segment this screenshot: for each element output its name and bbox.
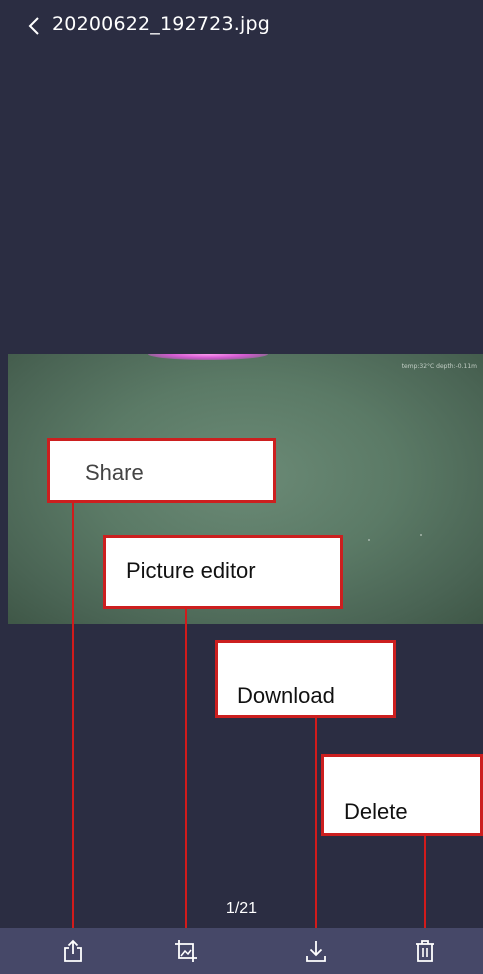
picture-editor-pointer-line <box>185 609 187 974</box>
delete-callout: Delete <box>321 754 483 836</box>
download-icon <box>306 941 326 962</box>
back-button[interactable] <box>24 12 48 40</box>
picture-editor-callout-label: Picture editor <box>126 558 256 583</box>
photo-overlay-text: temp:32°C depth:-0.11m <box>401 363 477 370</box>
share-button[interactable] <box>56 934 90 968</box>
photo-light-glow <box>148 354 268 360</box>
page-counter: 1/21 <box>225 900 258 917</box>
picture-editor-button[interactable] <box>169 934 203 968</box>
share-pointer-line <box>72 500 74 945</box>
download-callout: Download <box>215 640 396 718</box>
picture-edit-icon <box>175 940 197 962</box>
photo-speck <box>420 534 422 536</box>
share-icon <box>64 939 82 962</box>
delete-button[interactable] <box>408 934 442 968</box>
header-bar: 20200622_192723.jpg <box>0 0 483 52</box>
download-button[interactable] <box>299 934 333 968</box>
delete-callout-label: Delete <box>344 799 408 824</box>
bottom-toolbar <box>0 928 483 974</box>
share-callout-label: Share <box>85 460 144 485</box>
delete-icon <box>416 940 434 962</box>
file-title: 20200622_192723.jpg <box>52 13 270 35</box>
download-callout-label: Download <box>237 683 335 708</box>
chevron-left-icon <box>28 17 39 35</box>
share-callout: Share <box>47 438 276 503</box>
picture-editor-callout: Picture editor <box>103 535 343 609</box>
photo-speck <box>368 539 370 541</box>
